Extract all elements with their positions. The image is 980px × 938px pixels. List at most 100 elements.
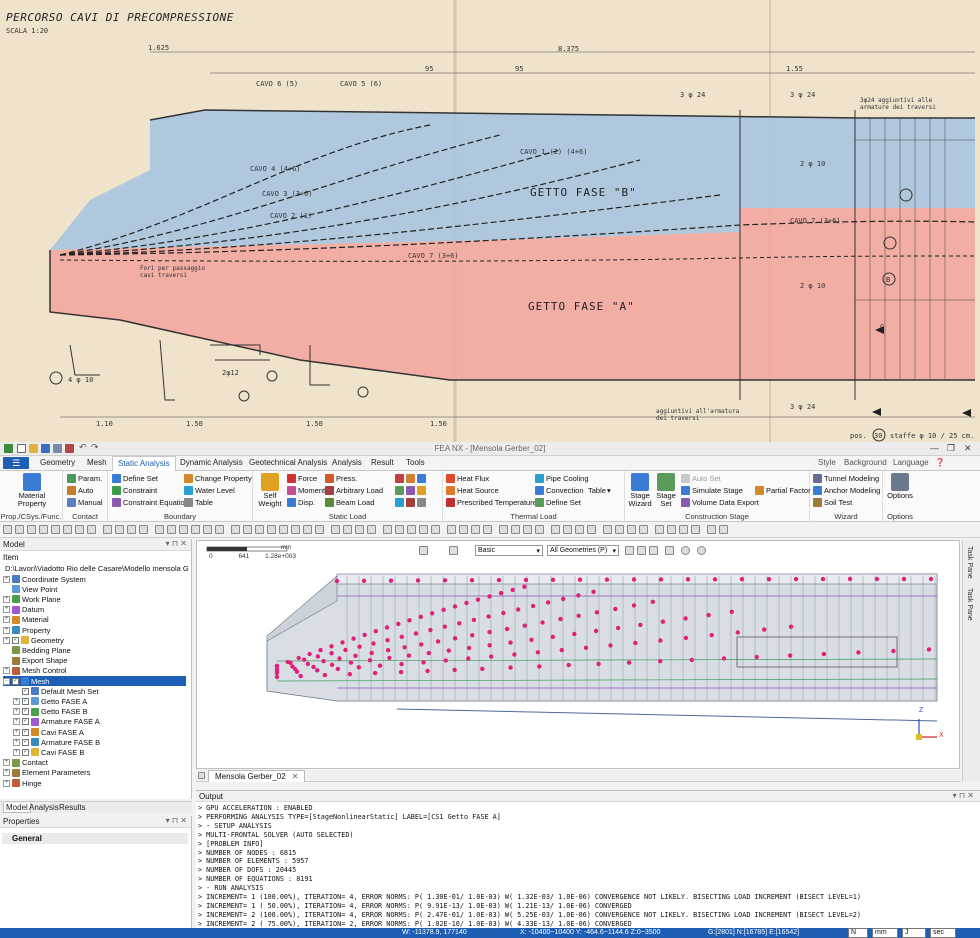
tab-static-analysis[interactable]: Static Analysis: [112, 456, 176, 471]
expand-toggle-icon[interactable]: +: [3, 595, 10, 603]
select-face-icon[interactable]: [51, 525, 60, 534]
boundary-table-button[interactable]: Table: [184, 498, 213, 507]
zoom-icon[interactable]: [395, 525, 404, 534]
expand-toggle-icon[interactable]: +: [13, 718, 20, 726]
transparent-icon[interactable]: [215, 525, 224, 534]
view-cube-icon[interactable]: [419, 546, 428, 555]
constraint-equation-button[interactable]: Constraint Equation: [112, 498, 189, 507]
rotate-icon[interactable]: [419, 525, 428, 534]
section-icon[interactable]: [459, 525, 468, 534]
contact-param-button[interactable]: Param.: [67, 474, 102, 483]
tree-item[interactable]: + ✓ Getto FASE B: [13, 707, 186, 717]
tree-item[interactable]: + Material: [3, 615, 186, 625]
change-property-button[interactable]: Change Property: [184, 474, 252, 483]
soil-test-button[interactable]: Soil Test: [813, 498, 852, 507]
distance-icon[interactable]: [343, 525, 352, 534]
style-menu[interactable]: Style: [818, 458, 836, 467]
perspective-icon[interactable]: [639, 525, 648, 534]
select-geometry-icon[interactable]: [39, 525, 48, 534]
invert-icon[interactable]: [139, 525, 148, 534]
front-view-icon[interactable]: [255, 525, 264, 534]
expand-toggle-icon[interactable]: +: [13, 738, 20, 746]
display-option-icon[interactable]: [551, 525, 560, 534]
zoom-window-icon[interactable]: [431, 525, 440, 534]
geometry-filter-select[interactable]: All Geometries (P) ▾: [547, 545, 619, 556]
beam-load-button[interactable]: Beam Load: [325, 498, 374, 507]
tree-item[interactable]: + ✓ Geometry: [3, 635, 186, 645]
measure-icon[interactable]: [331, 525, 340, 534]
bottom-view-icon[interactable]: [279, 525, 288, 534]
back-view-icon[interactable]: [291, 525, 300, 534]
tree-item[interactable]: + ✓ Armature FASE B: [13, 737, 186, 747]
tree-item[interactable]: + ✓ Armature FASE A: [13, 717, 186, 727]
side-view-icon[interactable]: [267, 525, 276, 534]
contact-auto-button[interactable]: Auto: [67, 486, 93, 495]
energy-unit-select[interactable]: J: [902, 928, 926, 938]
pause-icon[interactable]: [697, 546, 706, 555]
stage-wizard-button[interactable]: Stage Wizard: [627, 473, 653, 508]
thermal-table-button[interactable]: Table ▾: [588, 486, 611, 495]
expand-toggle-icon[interactable]: +: [3, 759, 10, 767]
angle-icon[interactable]: [355, 525, 364, 534]
tree-item[interactable]: + Hinge: [3, 778, 186, 788]
snap-icon[interactable]: [511, 525, 520, 534]
contact-manual-button[interactable]: Manual: [67, 498, 103, 507]
visibility-checkbox[interactable]: ✓: [22, 718, 29, 726]
expand-toggle-icon[interactable]: +: [3, 616, 10, 624]
render-icon[interactable]: [627, 525, 636, 534]
force-button[interactable]: Force: [287, 474, 317, 483]
legend-icon[interactable]: [587, 525, 596, 534]
load-display-icon[interactable]: [691, 525, 700, 534]
disp-button[interactable]: Disp.: [287, 498, 315, 507]
visibility-checkbox[interactable]: ✓: [22, 687, 29, 695]
tree-item[interactable]: + Contact: [3, 758, 186, 768]
filter-option-icon[interactable]: [637, 546, 646, 555]
task-pane-tab[interactable]: Task Pane: [966, 546, 973, 579]
material-property-button[interactable]: Material Property: [4, 473, 60, 508]
heat-source-button[interactable]: Heat Source: [446, 486, 499, 495]
pipe-cooling-button[interactable]: Pipe Cooling: [535, 474, 589, 483]
expand-toggle-icon[interactable]: +: [3, 626, 10, 634]
select-icon[interactable]: [3, 525, 12, 534]
boundary-icon[interactable]: [679, 525, 688, 534]
display-style-icon[interactable]: [449, 546, 458, 555]
iso-view-icon[interactable]: [231, 525, 240, 534]
expand-toggle-icon[interactable]: +: [13, 748, 20, 756]
right-view-icon[interactable]: [315, 525, 324, 534]
select-node-icon[interactable]: [15, 525, 24, 534]
visibility-checkbox[interactable]: ✓: [22, 728, 29, 736]
tree-item[interactable]: Bedding Plane: [3, 645, 186, 655]
tab-model[interactable]: Model: [3, 803, 31, 813]
water-level-button[interactable]: Water Level: [184, 486, 235, 495]
node-icon[interactable]: [655, 525, 664, 534]
panel-pin-close-icon[interactable]: ▾ ⊓ ✕: [166, 816, 187, 825]
redraw-icon[interactable]: [615, 525, 624, 534]
document-tab[interactable]: Mensola Gerber_02 ✕: [208, 770, 306, 782]
workplane-icon[interactable]: [535, 525, 544, 534]
shaded-icon[interactable]: [191, 525, 200, 534]
tab-mesh[interactable]: Mesh: [87, 458, 107, 467]
self-weight-button[interactable]: Self Weight: [255, 473, 285, 508]
static-tool-3[interactable]: [395, 498, 428, 507]
tree-item[interactable]: + Element Parameters: [3, 768, 186, 778]
file-menu-button[interactable]: ☰: [3, 457, 29, 469]
tree-item[interactable]: + ✓ Cavi FASE A: [13, 727, 186, 737]
expand-toggle-icon[interactable]: +: [13, 708, 20, 716]
wireframe-icon[interactable]: [179, 525, 188, 534]
label-icon[interactable]: [563, 525, 572, 534]
define-set-button[interactable]: Define Set: [112, 474, 158, 483]
show-icon[interactable]: [103, 525, 112, 534]
show-all-icon[interactable]: [127, 525, 136, 534]
select-edge-icon[interactable]: [63, 525, 72, 534]
static-tool-1[interactable]: [395, 474, 428, 483]
tree-item[interactable]: + Coordinate System: [3, 574, 186, 584]
tree-item[interactable]: ✓ Default Mesh Set: [13, 686, 186, 696]
clip-plane-icon[interactable]: [447, 525, 456, 534]
simulate-stage-button[interactable]: Simulate Stage: [681, 486, 743, 495]
color-icon[interactable]: [575, 525, 584, 534]
options-button[interactable]: Options: [885, 473, 915, 500]
geometry-view-icon[interactable]: [167, 525, 176, 534]
tree-item[interactable]: + Property: [3, 625, 186, 635]
convection-button[interactable]: Convection: [535, 486, 584, 495]
language-menu[interactable]: Language: [893, 458, 929, 467]
